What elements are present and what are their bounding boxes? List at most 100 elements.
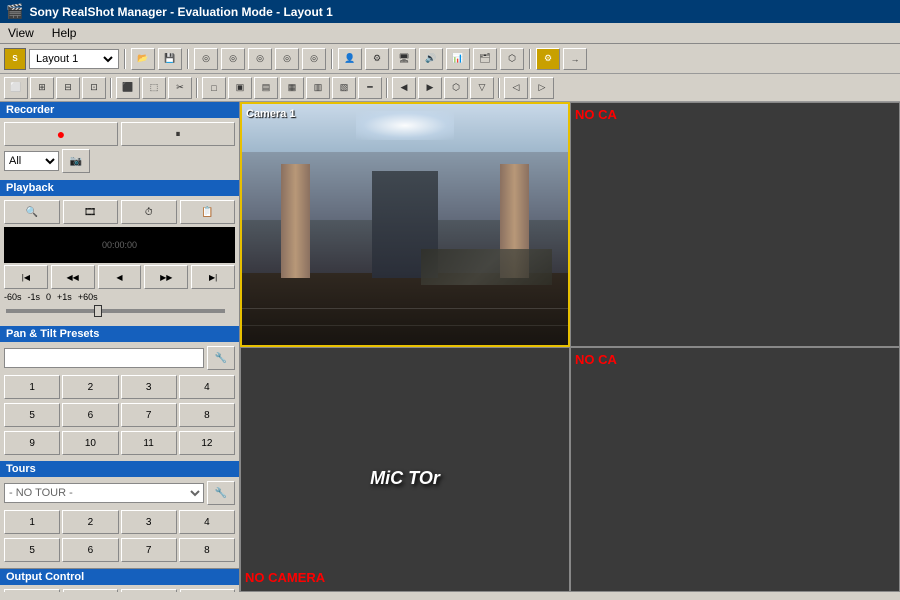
playback-search-btn[interactable]: 🔍 bbox=[4, 200, 60, 224]
tour-btn-5[interactable]: 5 bbox=[4, 538, 60, 562]
preset-btn-12[interactable]: 12 bbox=[179, 431, 235, 455]
tours-select[interactable]: - NO TOUR - bbox=[4, 483, 204, 503]
tb2-btn5[interactable]: ⬛ bbox=[116, 77, 140, 99]
tb2-btn15[interactable]: ◀ bbox=[392, 77, 416, 99]
preset-btn-2[interactable]: 2 bbox=[62, 375, 118, 399]
preset-btn-4[interactable]: 4 bbox=[179, 375, 235, 399]
output-btn2[interactable]: ⬜ bbox=[63, 589, 119, 592]
menu-view[interactable]: View bbox=[4, 25, 38, 41]
fwd-btn[interactable]: ▶▶ bbox=[144, 265, 188, 289]
tb2-btn2[interactable]: ⊞ bbox=[30, 77, 54, 99]
preset-btn-6[interactable]: 6 bbox=[62, 403, 118, 427]
playback-clock-btn[interactable]: ⏱ bbox=[121, 200, 177, 224]
tb2-btn4[interactable]: ⊡ bbox=[82, 77, 106, 99]
slider-thumb[interactable] bbox=[94, 305, 102, 317]
toolbar-btn-open[interactable]: 📂 bbox=[131, 48, 155, 70]
preset-btn-3[interactable]: 3 bbox=[121, 375, 177, 399]
tb2-sep2 bbox=[196, 78, 198, 98]
tb2-btn10[interactable]: ▤ bbox=[254, 77, 278, 99]
preset-btn-10[interactable]: 10 bbox=[62, 431, 118, 455]
layout-select[interactable]: Layout 1 Layout 2 bbox=[32, 52, 116, 66]
playback-film-btn[interactable]: 🎞 bbox=[63, 200, 119, 224]
tour-btn-8[interactable]: 8 bbox=[179, 538, 235, 562]
tb2-btn8[interactable]: □ bbox=[202, 77, 226, 99]
toolbar-btn-cam3[interactable]: ◎ bbox=[248, 48, 272, 70]
toolbar-btn-j[interactable]: 🗂 bbox=[473, 48, 497, 70]
toolbar-btn-i[interactable]: 📊 bbox=[446, 48, 470, 70]
prev-icon: |◀ bbox=[22, 273, 30, 282]
tb2-btn18[interactable]: ▽ bbox=[470, 77, 494, 99]
tb2-btn13[interactable]: ▧ bbox=[332, 77, 356, 99]
cam-icon-btn[interactable]: 📷 bbox=[62, 149, 90, 173]
toolbar-btn-person[interactable]: 👤 bbox=[338, 48, 362, 70]
title-bar-text: Sony RealShot Manager - Evaluation Mode … bbox=[29, 5, 332, 19]
toolbar-btn-cam4[interactable]: ◎ bbox=[275, 48, 299, 70]
playback-list-btn[interactable]: 📋 bbox=[180, 200, 236, 224]
pause-button[interactable]: ⏸ bbox=[121, 122, 235, 146]
pan-tilt-input[interactable] bbox=[4, 348, 204, 368]
tours-grid-row2: 5 6 7 8 bbox=[4, 536, 235, 564]
tour-btn-4[interactable]: 4 bbox=[179, 510, 235, 534]
toolbar-btn-m[interactable]: ⚙ bbox=[365, 48, 389, 70]
preset-btn-11[interactable]: 11 bbox=[121, 431, 177, 455]
output-btn4[interactable]: ⬜ bbox=[180, 589, 236, 592]
toolbar-btn-cam5[interactable]: ◎ bbox=[302, 48, 326, 70]
prev-btn[interactable]: |◀ bbox=[4, 265, 48, 289]
tour-btn-1[interactable]: 1 bbox=[4, 510, 60, 534]
slider-label-zero: 0 bbox=[46, 292, 51, 302]
preset-btn-7[interactable]: 7 bbox=[121, 403, 177, 427]
tour-btn-6[interactable]: 6 bbox=[62, 538, 118, 562]
tb2-btn16[interactable]: ▶ bbox=[418, 77, 442, 99]
camera1-label: Camera 1 bbox=[246, 108, 296, 120]
toolbar-btn-h[interactable]: 🔊 bbox=[419, 48, 443, 70]
output-control-content: ⬜ ⬜ ⬜ ⬜ bbox=[0, 585, 239, 592]
tb2-btn20[interactable]: ▷ bbox=[530, 77, 554, 99]
tour-btn-2[interactable]: 2 bbox=[62, 510, 118, 534]
toolbar-btn-cam2[interactable]: ◎ bbox=[221, 48, 245, 70]
output-btn3[interactable]: ⬜ bbox=[121, 589, 177, 592]
toolbar-logo-btn[interactable]: S bbox=[4, 48, 26, 70]
pan-tilt-content: 🔧 1 2 3 4 5 6 7 8 9 10 11 12 bbox=[0, 342, 239, 461]
toolbar-btn-arrow[interactable]: → bbox=[563, 48, 587, 70]
preset-btn-5[interactable]: 5 bbox=[4, 403, 60, 427]
app-icon: 🎬 bbox=[6, 3, 23, 20]
toolbar-btn-save[interactable]: 💾 bbox=[158, 48, 182, 70]
next-btn[interactable]: ▶| bbox=[191, 265, 235, 289]
playback-slider[interactable] bbox=[4, 304, 235, 318]
output-btn1[interactable]: ⬜ bbox=[4, 589, 60, 592]
tour-btn-7[interactable]: 7 bbox=[121, 538, 177, 562]
camera-cell-4[interactable]: NO CA bbox=[570, 347, 900, 592]
tb2-btn12[interactable]: ▥ bbox=[306, 77, 330, 99]
camera-cell-3[interactable]: MiC TOr NO CAMERA bbox=[240, 347, 570, 592]
preset-btn-9[interactable]: 9 bbox=[4, 431, 60, 455]
camera-cell-2[interactable]: NO CA bbox=[570, 102, 900, 347]
tb2-btn1[interactable]: ⬜ bbox=[4, 77, 28, 99]
tours-config-btn[interactable]: 🔧 bbox=[207, 481, 235, 505]
tb2-btn14[interactable]: ━ bbox=[358, 77, 382, 99]
tb2-btn9[interactable]: ▣ bbox=[228, 77, 252, 99]
tour-btn-3[interactable]: 3 bbox=[121, 510, 177, 534]
tb2-btn3[interactable]: ⊟ bbox=[56, 77, 80, 99]
toolbar-btn-k[interactable]: ⬡ bbox=[500, 48, 524, 70]
tb2-btn11[interactable]: ▦ bbox=[280, 77, 304, 99]
playback-title: Playback bbox=[0, 180, 239, 196]
tb2-btn7[interactable]: ✂ bbox=[168, 77, 192, 99]
tb2-btn17[interactable]: ⬡ bbox=[444, 77, 468, 99]
play-btn[interactable]: ◀ bbox=[98, 265, 142, 289]
layout-dropdown-container[interactable]: Layout 1 Layout 2 bbox=[29, 49, 119, 69]
tb2-btn19[interactable]: ◁ bbox=[504, 77, 528, 99]
rew-btn[interactable]: ◀◀ bbox=[51, 265, 95, 289]
preset-btn-1[interactable]: 1 bbox=[4, 375, 60, 399]
toolbar-btn-settings[interactable]: ⚙ bbox=[536, 48, 560, 70]
sep4 bbox=[529, 49, 531, 69]
pan-tilt-wrench-btn[interactable]: 🔧 bbox=[207, 346, 235, 370]
record-button[interactable]: ● bbox=[4, 122, 118, 146]
menu-help[interactable]: Help bbox=[48, 25, 81, 41]
all-dropdown[interactable]: All bbox=[4, 151, 59, 171]
toolbar-btn-g[interactable]: 🖥 bbox=[392, 48, 416, 70]
tb2-btn6[interactable]: ⬚ bbox=[142, 77, 166, 99]
toolbar-btn-cam[interactable]: ◎ bbox=[194, 48, 218, 70]
output-control-title: Output Control bbox=[0, 568, 239, 585]
preset-btn-8[interactable]: 8 bbox=[179, 403, 235, 427]
camera-cell-1[interactable]: Camera 1 bbox=[240, 102, 570, 347]
